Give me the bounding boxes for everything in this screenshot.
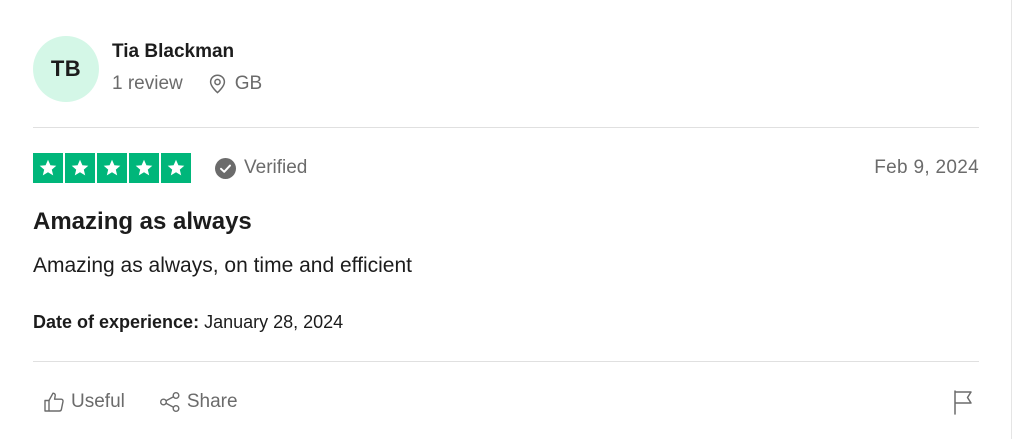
date-of-experience: Date of experience: January 28, 2024 bbox=[33, 312, 343, 333]
footer-divider bbox=[33, 361, 979, 362]
star-icon bbox=[167, 159, 185, 176]
rating-row: Verified Feb 9, 2024 bbox=[33, 153, 979, 183]
useful-label: Useful bbox=[71, 391, 125, 412]
share-button[interactable]: Share bbox=[149, 386, 248, 418]
share-icon bbox=[159, 392, 180, 412]
location-code: GB bbox=[234, 73, 263, 94]
useful-button[interactable]: Useful bbox=[33, 386, 135, 418]
header-divider bbox=[33, 127, 979, 128]
flag-icon bbox=[954, 390, 972, 415]
reviewer-meta: 1 review GB bbox=[112, 73, 262, 95]
star-icon bbox=[103, 159, 121, 176]
check-circle-icon bbox=[215, 157, 236, 179]
share-label: Share bbox=[186, 391, 238, 412]
report-button[interactable] bbox=[947, 386, 979, 418]
star-5 bbox=[161, 153, 191, 183]
reviewer-name[interactable]: Tia Blackman bbox=[112, 39, 262, 65]
review-count: 1 review bbox=[112, 73, 183, 94]
star-4 bbox=[129, 153, 159, 183]
review-title[interactable]: Amazing as always bbox=[33, 208, 252, 236]
reviewer-info: Tia Blackman 1 review GB bbox=[112, 41, 262, 95]
star-2 bbox=[65, 153, 95, 183]
star-3 bbox=[97, 153, 127, 183]
avatar[interactable]: TB bbox=[33, 36, 99, 102]
review-card: TB Tia Blackman 1 review GB Verified Feb… bbox=[0, 0, 1012, 439]
thumbs-up-icon bbox=[44, 392, 64, 412]
verified-label: Verified bbox=[244, 157, 308, 178]
star-icon bbox=[71, 159, 89, 176]
verified-badge[interactable]: Verified bbox=[215, 157, 307, 179]
experience-label: Date of experience: bbox=[33, 312, 200, 332]
star-1 bbox=[33, 153, 63, 183]
review-body: Amazing as always, on time and efficient bbox=[33, 254, 412, 277]
reviewer-location: GB bbox=[209, 73, 262, 95]
location-pin-icon bbox=[209, 74, 225, 94]
review-date: Feb 9, 2024 bbox=[874, 157, 979, 178]
review-actions: Useful Share bbox=[33, 386, 979, 418]
star-rating bbox=[33, 153, 191, 183]
star-icon bbox=[135, 159, 153, 176]
star-icon bbox=[39, 159, 57, 176]
experience-date: January 28, 2024 bbox=[204, 312, 344, 332]
reviewer-header: TB Tia Blackman 1 review GB bbox=[33, 36, 262, 102]
